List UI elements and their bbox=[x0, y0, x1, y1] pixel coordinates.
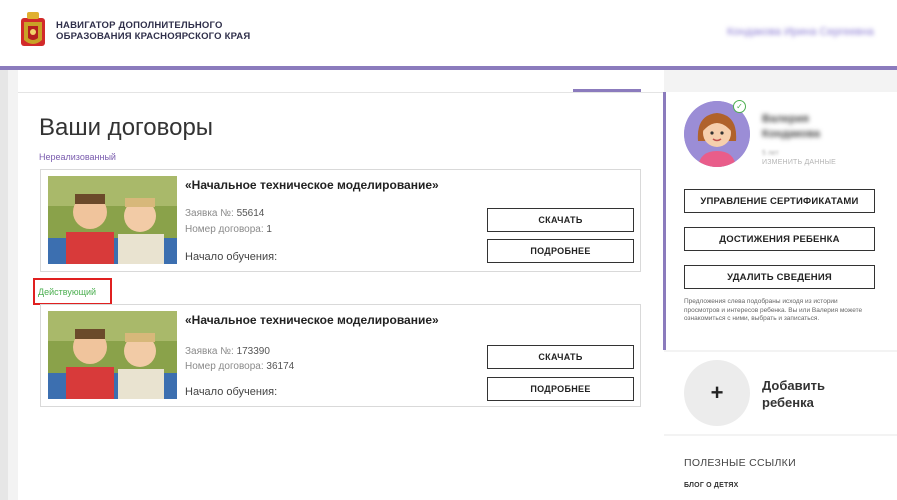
contract-label: Номер договора: bbox=[185, 361, 264, 372]
useful-links-title: ПОЛЕЗНЫЕ ССЫЛКИ bbox=[684, 457, 796, 469]
site-title[interactable]: НАВИГАТОР ДОПОЛНИТЕЛЬНОГО ОБРАЗОВАНИЯ КР… bbox=[56, 20, 250, 42]
contract-card: «Начальное техническое моделирование» За… bbox=[40, 169, 641, 272]
contract-value: 36174 bbox=[266, 361, 295, 372]
start-date-label: Начало обучения: bbox=[185, 251, 278, 263]
child-last-name: Кондакова bbox=[762, 128, 820, 140]
child-name: Валерия Кондакова bbox=[762, 112, 820, 142]
add-child-plus-icon[interactable]: + bbox=[684, 360, 750, 426]
child-achievements-button[interactable]: ДОСТИЖЕНИЯ РЕБЕНКА bbox=[684, 227, 875, 251]
krasnoyarsk-coat-of-arms-logo[interactable] bbox=[18, 10, 48, 52]
contract-title[interactable]: «Начальное техническое моделирование» bbox=[185, 178, 439, 192]
details-button[interactable]: ПОДРОБНЕЕ bbox=[487, 377, 634, 401]
contract-card: «Начальное техническое моделирование» За… bbox=[40, 304, 641, 407]
request-number: Заявка №: 173390 bbox=[185, 346, 270, 357]
child-age: 5 лет bbox=[762, 150, 779, 157]
verified-check-icon: ✓ bbox=[733, 100, 746, 113]
user-profile-link[interactable]: Кондакова Ирина Сергеевна bbox=[727, 26, 874, 38]
status-label-unrealized: Нереализованный bbox=[39, 152, 116, 162]
site-title-line1: НАВИГАТОР ДОПОЛНИТЕЛЬНОГО bbox=[56, 20, 223, 31]
program-photo bbox=[48, 176, 177, 264]
tabs-divider bbox=[18, 92, 664, 93]
request-number: Заявка №: 55614 bbox=[185, 208, 264, 219]
delete-data-button[interactable]: УДАЛИТЬ СВЕДЕНИЯ bbox=[684, 265, 875, 289]
contract-value: 1 bbox=[266, 224, 272, 235]
status-label-active: Действующий bbox=[38, 287, 97, 297]
add-child-label[interactable]: Добавить ребенка bbox=[762, 377, 872, 411]
download-button[interactable]: СКАЧАТЬ bbox=[487, 208, 634, 232]
program-photo bbox=[48, 311, 177, 399]
start-date-label: Начало обучения: bbox=[185, 386, 278, 398]
left-gutter bbox=[0, 70, 8, 500]
blog-link[interactable]: БЛОГ О ДЕТЯХ bbox=[684, 482, 738, 489]
request-label: Заявка №: bbox=[185, 208, 234, 219]
tab-active-indicator[interactable] bbox=[573, 89, 641, 92]
child-first-name: Валерия bbox=[762, 113, 809, 125]
manage-certificates-button[interactable]: УПРАВЛЕНИЕ СЕРТИФИКАТАМИ bbox=[684, 189, 875, 213]
download-button[interactable]: СКАЧАТЬ bbox=[487, 345, 634, 369]
profile-accent-bar bbox=[663, 92, 666, 350]
request-value: 55614 bbox=[236, 208, 265, 219]
site-title-line2: ОБРАЗОВАНИЯ КРАСНОЯРСКОГО КРАЯ bbox=[56, 31, 251, 42]
request-value: 173390 bbox=[236, 346, 270, 357]
edit-data-link[interactable]: ИЗМЕНИТЬ ДАННЫЕ bbox=[762, 159, 836, 166]
contract-number: Номер договора: 1 bbox=[185, 224, 272, 235]
contract-number: Номер договора: 36174 bbox=[185, 361, 294, 372]
recommendations-note: Предложения слева подобраны исходя из ис… bbox=[684, 298, 863, 322]
contract-title[interactable]: «Начальное техническое моделирование» bbox=[185, 313, 439, 327]
details-button[interactable]: ПОДРОБНЕЕ bbox=[487, 239, 634, 263]
page-title: Ваши договоры bbox=[39, 114, 214, 141]
contract-label: Номер договора: bbox=[185, 224, 264, 235]
request-label: Заявка №: bbox=[185, 346, 234, 357]
